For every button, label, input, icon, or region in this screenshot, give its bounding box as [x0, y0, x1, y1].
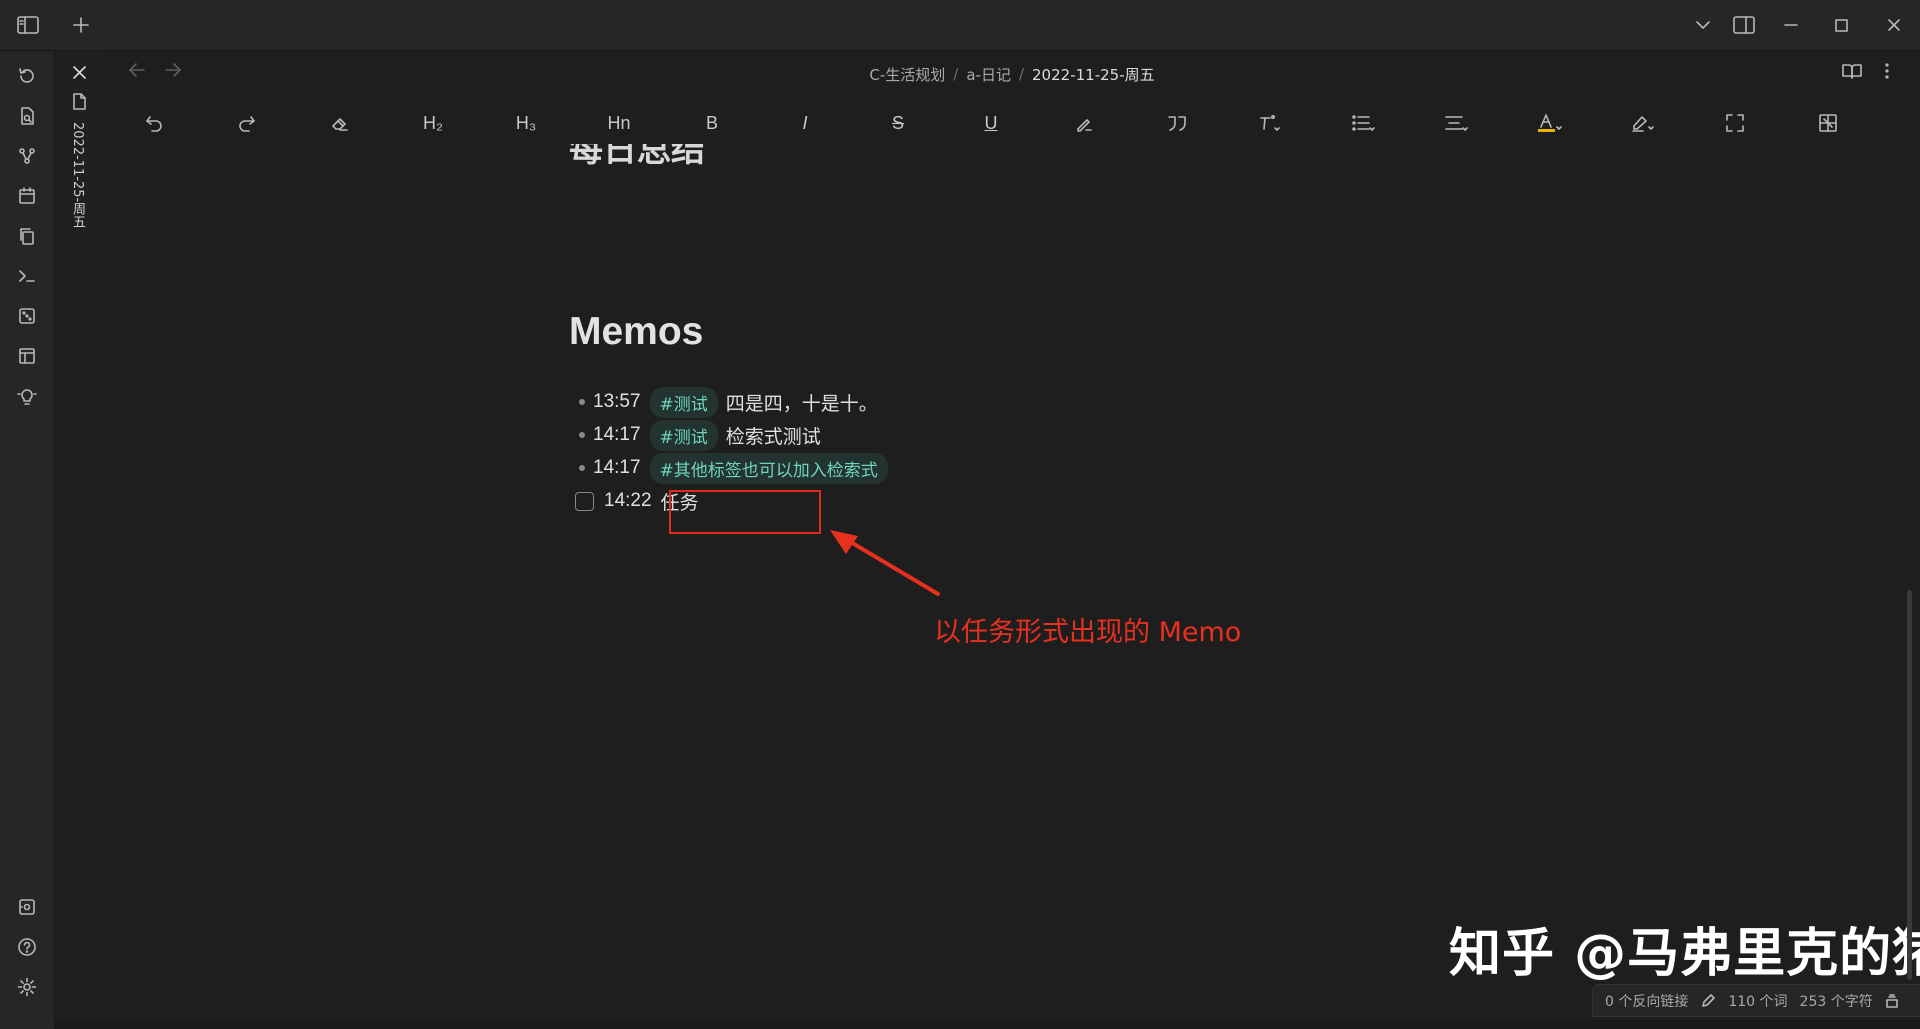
memo-item: 13:57 #测试 四是四，十是十。 [569, 386, 878, 418]
annotation-arrow [830, 530, 940, 596]
edit-mode-icon[interactable] [1700, 993, 1716, 1009]
underline-button[interactable]: U [974, 106, 1008, 140]
heading-3-button[interactable]: H₃ [509, 106, 543, 140]
bullet-dot [579, 465, 585, 471]
file-icon [72, 93, 86, 110]
breadcrumb-separator: / [953, 65, 959, 83]
template-icon[interactable] [14, 343, 40, 369]
calendar-icon[interactable] [14, 183, 40, 209]
font-color-icon[interactable] [1532, 106, 1566, 140]
memo-tag[interactable]: #测试 [649, 419, 718, 451]
close-icon[interactable] [1881, 12, 1907, 38]
memo-item: 14:17 #其他标签也可以加入检索式 [569, 452, 896, 484]
dice-icon[interactable] [14, 303, 40, 329]
title-bar [0, 0, 1920, 51]
lightbulb-icon[interactable] [14, 383, 40, 409]
sidebar-toggle-icon[interactable] [15, 12, 41, 38]
chevron-down-icon[interactable] [1690, 12, 1716, 38]
redo-icon[interactable] [230, 106, 264, 140]
note-editor[interactable]: 每日总结 Memos 13:57 #测试 四是四，十是十。 14:17 #测试 … [104, 144, 1920, 984]
heading-2-button[interactable]: H₂ [416, 106, 450, 140]
help-icon[interactable] [14, 934, 40, 960]
toolbar-settings-icon[interactable] [1811, 106, 1845, 140]
annotation-label: 以任务形式出现的 Memo [934, 617, 1242, 648]
memo-time: 14:17 [593, 457, 641, 478]
left-ribbon [0, 51, 55, 1029]
sync-icon[interactable] [1885, 993, 1899, 1008]
align-icon[interactable] [1439, 106, 1473, 140]
new-tab-icon[interactable] [68, 12, 94, 38]
breadcrumb-current[interactable]: 2022-11-25-周五 [1032, 64, 1155, 85]
memo-tag[interactable]: #测试 [649, 386, 718, 418]
italic-button[interactable]: I [788, 106, 822, 140]
format-brush-icon[interactable] [1067, 106, 1101, 140]
fullscreen-icon[interactable] [1718, 106, 1752, 140]
settings-icon[interactable] [14, 974, 40, 1000]
quote-icon[interactable] [1160, 106, 1194, 140]
breadcrumb-subfolder[interactable]: a-日记 [966, 64, 1011, 85]
scrollbar[interactable] [1907, 590, 1912, 980]
maximize-icon[interactable] [1828, 12, 1854, 38]
vault-icon[interactable] [14, 894, 40, 920]
reading-view-icon[interactable] [1842, 63, 1862, 79]
strikethrough-button[interactable]: S [881, 106, 915, 140]
task-time: 14:22 [604, 490, 652, 511]
memo-time: 14:17 [593, 424, 641, 445]
undo-icon[interactable] [137, 106, 171, 140]
bullet-dot [579, 432, 585, 438]
history-icon[interactable] [14, 63, 40, 89]
breadcrumb-separator: / [1018, 65, 1025, 83]
superscript-icon[interactable] [1253, 106, 1287, 140]
breadcrumb-folder[interactable]: C-生活规划 [869, 64, 945, 85]
editing-toolbar: H₂ H₃ Hn B I S U [104, 101, 1920, 143]
right-sidebar-icon[interactable] [1731, 12, 1757, 38]
bulleted-list-icon[interactable] [1346, 106, 1380, 140]
breadcrumb: C-生活规划 / a-日记 / 2022-11-25-周五 [104, 58, 1920, 90]
memo-text: 检索式测试 [725, 425, 821, 448]
task-checkbox[interactable] [575, 491, 594, 511]
watermark: 知乎 @马弗里克的猪 [1449, 924, 1920, 984]
memo-text: 四是四，十是十。 [725, 392, 878, 415]
more-options-icon[interactable] [1884, 62, 1890, 80]
bottom-edge [55, 1020, 1920, 1029]
char-count: 253 个字符 [1799, 993, 1873, 1010]
bullet-dot [579, 399, 585, 405]
bold-button[interactable]: B [695, 106, 729, 140]
memo-item: 14:17 #测试 检索式测试 [569, 419, 821, 451]
eraser-icon[interactable] [323, 106, 357, 140]
copy-icon[interactable] [14, 223, 40, 249]
memo-tag[interactable]: #其他标签也可以加入检索式 [649, 452, 888, 484]
highlight-box [669, 490, 821, 534]
close-tab-icon[interactable] [69, 62, 89, 82]
file-search-icon[interactable] [14, 103, 40, 129]
status-bar: 0 个反向链接 110 个词 253 个字符 [1592, 984, 1920, 1017]
graph-icon[interactable] [14, 143, 40, 169]
highlighter-icon[interactable] [1625, 106, 1659, 140]
memos-heading: Memos [569, 310, 704, 353]
minimize-icon[interactable] [1778, 12, 1804, 38]
memo-time: 13:57 [593, 391, 641, 412]
backlinks-count[interactable]: 0 个反向链接 [1605, 991, 1688, 1011]
heading-n-button[interactable]: Hn [602, 106, 636, 140]
word-count: 110 个词 [1728, 993, 1788, 1010]
terminal-icon[interactable] [14, 263, 40, 289]
tab-title[interactable]: 2022-11-25-周五 [70, 122, 85, 228]
previous-heading: 每日总结 [569, 144, 705, 169]
